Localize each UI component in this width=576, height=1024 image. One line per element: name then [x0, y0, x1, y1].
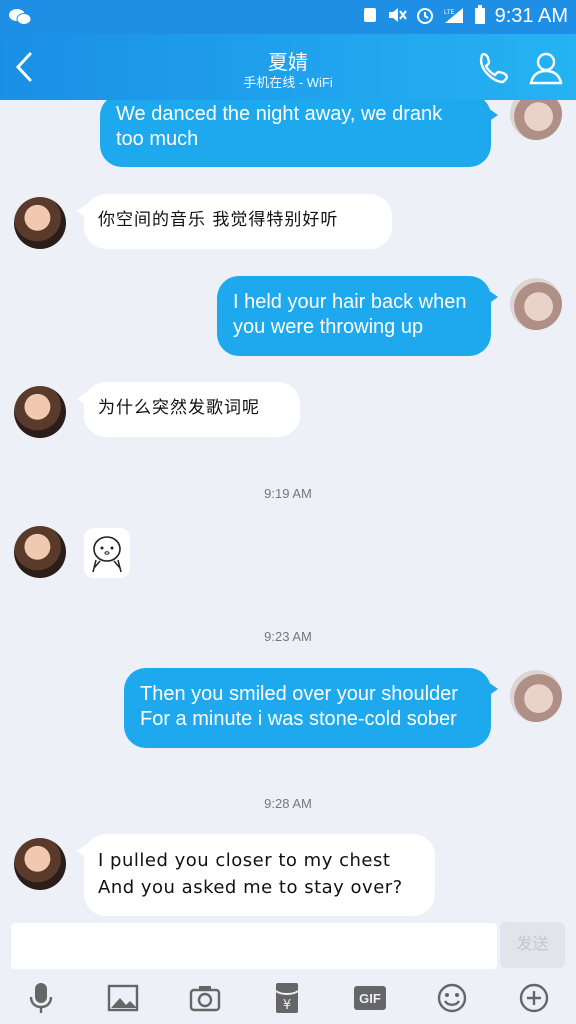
contact-avatar[interactable]	[14, 386, 66, 438]
timestamp: 9:23 AM	[264, 629, 312, 644]
notification-icon	[362, 6, 378, 27]
outgoing-message[interactable]: I held your hair back when you were thro…	[217, 276, 498, 356]
mute-icon	[387, 6, 407, 27]
timestamp: 9:19 AM	[264, 486, 312, 501]
mic-icon[interactable]	[21, 978, 61, 1018]
signal-icon: LTE	[443, 6, 465, 27]
wechat-icon	[8, 8, 32, 31]
svg-text:¥: ¥	[283, 998, 291, 1013]
plus-icon[interactable]	[514, 978, 554, 1018]
profile-icon[interactable]	[528, 50, 564, 86]
outgoing-message[interactable]: We danced the night away, we drank too m…	[100, 100, 498, 167]
outgoing-message[interactable]: Then you smiled over your shoulder For a…	[124, 668, 498, 748]
my-avatar[interactable]	[510, 278, 562, 330]
chat-header: 夏婧 手机在线 - WiFi	[0, 34, 576, 100]
phone-icon[interactable]	[474, 50, 510, 86]
svg-text:LTE: LTE	[444, 10, 455, 16]
input-toolbar: ¥ GIF	[0, 978, 576, 1018]
alarm-icon	[416, 6, 434, 27]
svg-text:GIF: GIF	[359, 991, 381, 1006]
contact-avatar[interactable]	[14, 838, 66, 890]
image-icon[interactable]	[103, 978, 143, 1018]
battery-icon	[474, 5, 486, 28]
incoming-message[interactable]: 为什么突然发歌词呢	[77, 382, 300, 437]
status-bar: LTE 9:31 AM	[0, 0, 576, 34]
my-avatar[interactable]	[510, 100, 562, 140]
status-time: 9:31 AM	[494, 5, 568, 27]
timestamp: 9:28 AM	[264, 796, 312, 811]
gif-icon[interactable]: GIF	[350, 978, 390, 1018]
send-button[interactable]: 发送	[500, 922, 565, 968]
composer: 发送 ¥ GIF	[0, 920, 576, 1024]
my-avatar[interactable]	[510, 670, 562, 722]
camera-icon[interactable]	[185, 978, 225, 1018]
red-packet-icon[interactable]: ¥	[267, 978, 307, 1018]
contact-avatar[interactable]	[14, 197, 66, 249]
message-input[interactable]	[11, 923, 497, 969]
incoming-message[interactable]: I pulled you closer to my chest And you …	[77, 834, 435, 916]
sticker-message[interactable]	[84, 528, 130, 578]
contact-avatar[interactable]	[14, 526, 66, 578]
chat-area[interactable]: We danced the night away, we drank too m…	[0, 100, 576, 920]
incoming-message[interactable]: 你空间的音乐 我觉得特别好听	[77, 194, 392, 249]
emoji-icon[interactable]	[432, 978, 472, 1018]
